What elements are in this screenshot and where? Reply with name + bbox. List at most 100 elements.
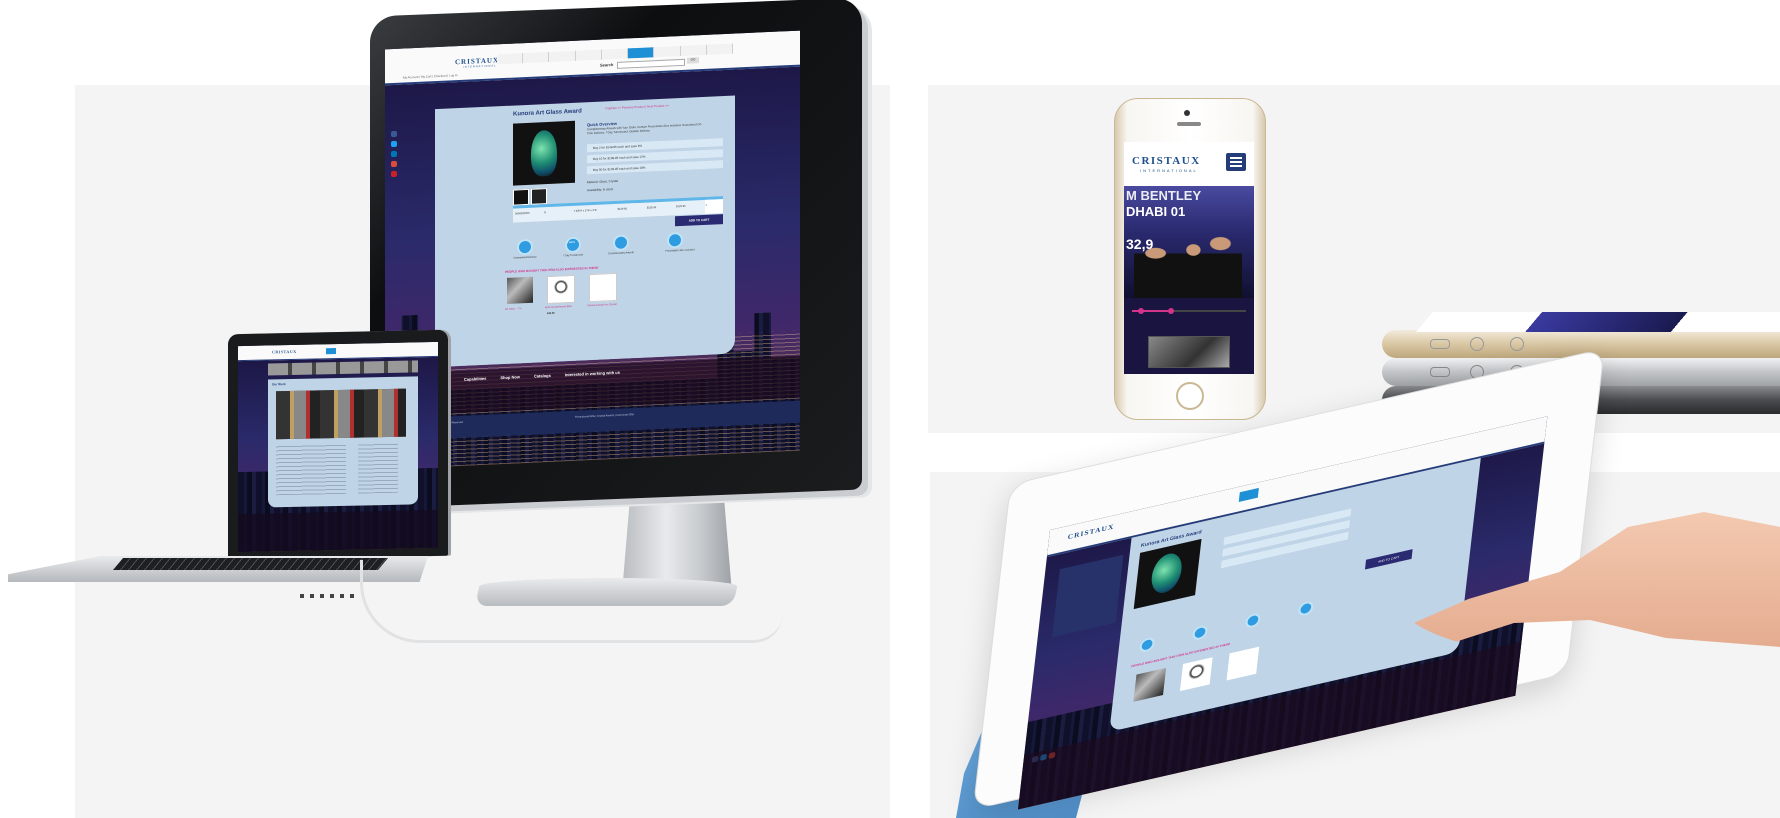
nav-item[interactable] <box>706 43 733 55</box>
iphone-screen: CRISTAUX INTERNATIONAL M BENTLEY DHABI 0… <box>1124 142 1254 374</box>
related-product-image[interactable] <box>589 272 617 303</box>
feature-label: Guaranteed Delivery <box>513 255 537 260</box>
availability-text: Availability: In stock <box>587 187 614 193</box>
footer-column-title: Capabilities <box>463 375 487 382</box>
qty-input[interactable]: 1 <box>705 199 723 214</box>
brand-logo: CRISTAUX <box>272 348 297 355</box>
macbook-screen: CRISTAUX Our Work <box>238 341 438 553</box>
social-icon[interactable] <box>391 140 397 148</box>
slider-dot[interactable] <box>1168 308 1174 314</box>
search-label: Search <box>600 62 614 68</box>
footer-column-title: Interested in working with us <box>564 369 620 378</box>
ipad-sidebar <box>1052 554 1124 638</box>
cable <box>360 560 783 643</box>
related-product-name[interactable]: Bold Crystal Award Bliss <box>545 304 572 310</box>
menu-icon <box>1230 157 1242 167</box>
qty-cell: 0000000000 <box>515 211 530 216</box>
portfolio-grid <box>276 388 406 440</box>
brand-tagline: INTERNATIONAL <box>1140 168 1198 173</box>
volume-button <box>1430 367 1450 377</box>
nav-item[interactable] <box>549 50 576 62</box>
artwork-icon <box>1244 612 1262 630</box>
qty-cell: $149.95 <box>617 207 627 211</box>
product-content: Kunora Art Glass Award Trophies >> Previ… <box>435 95 735 368</box>
delivery-icon <box>1138 636 1156 654</box>
hero-photo: M BENTLEY DHABI 01 32,9 <box>1124 186 1254 298</box>
laptop-site-header <box>238 341 438 362</box>
footer-column-title: Shop Now <box>500 374 520 381</box>
search-go-button[interactable]: GO <box>687 57 699 64</box>
product-thumb[interactable] <box>513 188 529 206</box>
feature-badge: 7 DAYS <box>567 241 575 245</box>
product-title: Kunora Art Glass Award <box>513 108 582 118</box>
nav-item[interactable] <box>654 46 681 58</box>
footer-links[interactable]: Promotional Gifts | Crystal Awards | Cor… <box>575 412 634 420</box>
related-product-image[interactable] <box>547 274 575 305</box>
product-image[interactable] <box>513 120 575 186</box>
delivery-icon <box>517 238 533 256</box>
iphone-top-screen <box>1416 312 1780 332</box>
material-text: Material: Glass, Crystal <box>587 178 619 185</box>
glass-award-shape <box>1149 550 1184 597</box>
product-thumb[interactable] <box>531 188 547 205</box>
nav-item[interactable] <box>680 44 707 57</box>
add-to-cart-button[interactable]: ADD TO CART <box>675 214 723 227</box>
slider-track[interactable] <box>1132 308 1246 314</box>
iphone-camera <box>1184 110 1190 116</box>
social-icon[interactable] <box>391 130 397 138</box>
iphone-speaker <box>1177 122 1201 126</box>
volume-button <box>1510 337 1524 351</box>
ipad-tier-rows <box>1220 508 1352 571</box>
nav-item[interactable] <box>575 49 602 61</box>
related-product-image[interactable] <box>1133 667 1167 702</box>
laptop-thumb-strip <box>268 360 418 376</box>
add-to-cart-button[interactable]: ADD TO CART <box>1364 549 1413 570</box>
related-product-image[interactable] <box>507 276 533 304</box>
laptop-text-block <box>276 443 346 496</box>
nav-item[interactable] <box>601 48 629 60</box>
laptop-page-title: Our Work <box>272 382 286 387</box>
carousel-thumb[interactable] <box>1148 336 1230 368</box>
hero-headline: M BENTLEY <box>1126 188 1202 203</box>
hero-headline: DHABI 01 <box>1126 204 1186 219</box>
laptop-content: Our Work <box>268 376 418 508</box>
qty-cell: 8 <box>544 211 546 215</box>
related-product-image[interactable] <box>1179 657 1213 692</box>
product-image[interactable] <box>1133 538 1202 610</box>
laptop-footer <box>238 509 438 553</box>
calendar-icon <box>1191 624 1209 642</box>
slider-dot[interactable] <box>1138 308 1144 314</box>
social-icon[interactable] <box>391 150 397 158</box>
breadcrumb[interactable]: Trophies >> Previous Product | Next Prod… <box>605 104 669 112</box>
social-icon[interactable] <box>391 160 397 168</box>
artwork-icon <box>613 234 629 252</box>
nav-item[interactable] <box>497 53 524 65</box>
feature-label: 7 Day Turnaround <box>562 253 583 258</box>
hero-number: 32,9 <box>1126 236 1154 252</box>
brand-logo: CRISTAUX <box>1132 155 1201 167</box>
macbook-ports <box>300 594 360 598</box>
related-product-price: $49.95 <box>547 311 555 316</box>
footer-column-title: Catalogs <box>533 372 551 379</box>
related-product-name[interactable]: Gracieux Award on Crystal <box>587 302 617 308</box>
home-button[interactable] <box>1176 382 1204 410</box>
nav-item[interactable] <box>523 51 550 64</box>
laptop-nav-active[interactable] <box>326 348 336 355</box>
social-icon[interactable] <box>391 170 397 178</box>
nav-item-active[interactable] <box>628 47 655 59</box>
related-product-name[interactable]: Art Glass - 7"H <box>505 306 522 312</box>
related-product-image[interactable] <box>1226 646 1260 681</box>
feature-label: Presentation Box Included <box>665 248 695 253</box>
qty-cell: 7 3/8"H x 5"W x 2"D <box>573 208 597 213</box>
feature-label: Complimentary Artwork <box>608 251 634 256</box>
volume-button <box>1470 337 1484 351</box>
qty-cell: $129.95 <box>676 204 686 209</box>
gift-box-icon <box>667 231 683 249</box>
volume-button <box>1430 339 1450 349</box>
macbook-keyboard <box>112 558 389 570</box>
qty-cell: $139.95 <box>646 206 657 210</box>
hamburger-menu-button[interactable] <box>1226 153 1246 171</box>
glass-award-shape <box>531 129 557 177</box>
also-interested-title: PEOPLE WHO BOUGHT THIS ITEM ALSO INTERES… <box>505 265 599 274</box>
laptop-text-block <box>358 442 398 494</box>
